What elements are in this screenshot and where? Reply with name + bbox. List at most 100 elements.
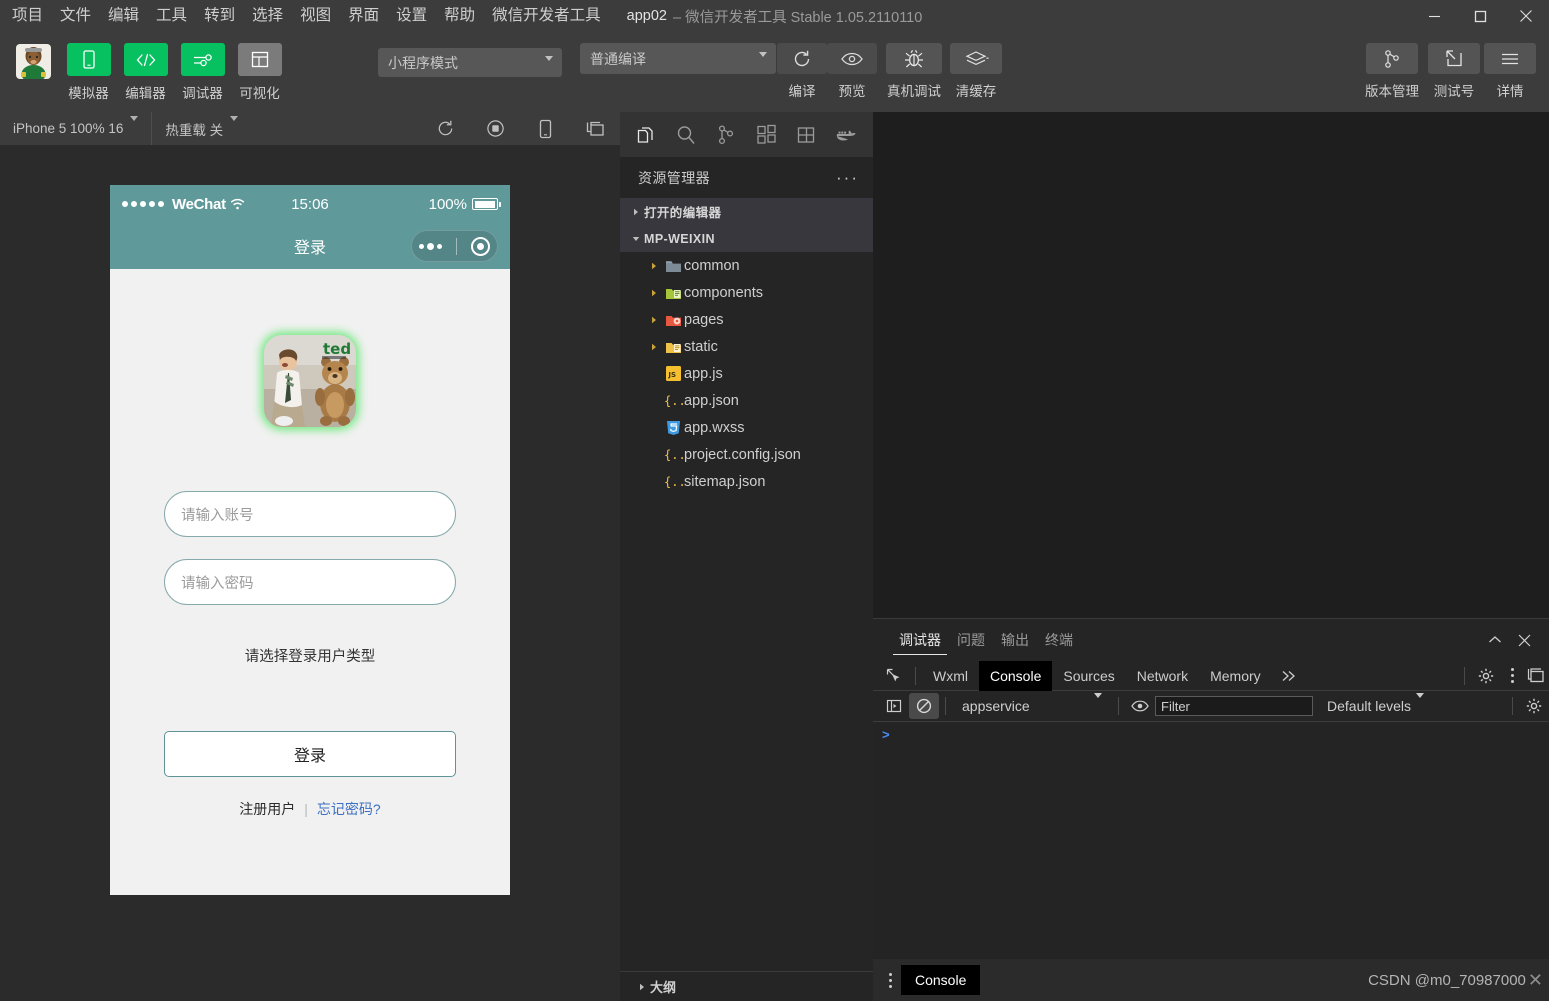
tree-item-components[interactable]: components	[620, 279, 873, 306]
devtools-panel-tabs: 调试器 问题 输出 终端	[873, 619, 1549, 661]
target-icon[interactable]	[471, 236, 490, 256]
avatar[interactable]	[16, 44, 51, 79]
gear-icon[interactable]	[1471, 663, 1501, 689]
tree-item-app-json[interactable]: {..} app.json	[620, 387, 873, 414]
login-button[interactable]: 登录	[164, 731, 456, 777]
menu-item-settings[interactable]: 设置	[396, 8, 427, 24]
tree-item-common[interactable]: common	[620, 252, 873, 279]
toolbar-preview-button[interactable]: 预览	[827, 43, 877, 100]
tab-console[interactable]: Console	[979, 660, 1053, 691]
toolbar-remote-debug-button[interactable]: 真机调试	[883, 43, 945, 100]
menu-item-tools[interactable]: 工具	[156, 8, 187, 24]
toolbar-clear-cache-button[interactable]: 清缓存	[947, 43, 1005, 100]
source-control-icon[interactable]	[706, 112, 746, 157]
toolbar-editor-button[interactable]: 编辑器	[117, 43, 174, 102]
dock-panel-icon[interactable]	[1523, 663, 1549, 689]
menu-item-devtool[interactable]: 微信开发者工具	[492, 8, 601, 24]
close-icon[interactable]	[1518, 634, 1531, 647]
chevron-right-icon	[646, 316, 662, 324]
mode-select[interactable]: 小程序模式	[378, 48, 562, 77]
tree-item-app-wxss[interactable]: app.wxss	[620, 414, 873, 441]
tree-item-app-js[interactable]: JS app.js	[620, 360, 873, 387]
menu-item-file[interactable]: 文件	[60, 8, 91, 24]
files-icon[interactable]	[626, 112, 666, 157]
console-filter-input[interactable]: Filter	[1155, 696, 1313, 716]
toolbar-details-button[interactable]: 详情	[1483, 43, 1537, 100]
toolbar-debugger-button[interactable]: 调试器	[174, 43, 231, 102]
close-button[interactable]	[1503, 0, 1549, 32]
tab-sources[interactable]: Sources	[1052, 661, 1125, 691]
tab-wxml[interactable]: Wxml	[922, 661, 979, 691]
tab-memory[interactable]: Memory	[1199, 661, 1272, 691]
menu-item-ui[interactable]: 界面	[348, 8, 379, 24]
console-prompt-row[interactable]: >	[873, 723, 1549, 745]
menu-item-project[interactable]: 项目	[12, 8, 43, 24]
ted-app-logo: ted	[264, 335, 356, 427]
tree-item-pages[interactable]: pages	[620, 306, 873, 333]
console-levels-value: Default levels	[1327, 698, 1412, 714]
gear-icon[interactable]	[1519, 693, 1549, 719]
tree-item-sitemap-json[interactable]: {..} sitemap.json	[620, 468, 873, 495]
tab-debugger[interactable]: 调试器	[891, 619, 949, 661]
ellipsis-icon[interactable]: ···	[836, 169, 859, 186]
toolbar-compile-button[interactable]: 编译	[777, 43, 827, 100]
password-field[interactable]: 请输入密码	[164, 559, 456, 605]
kebab-menu-icon[interactable]	[879, 972, 901, 989]
forgot-password-link[interactable]: 忘记密码?	[317, 799, 381, 819]
extensions-icon[interactable]	[746, 112, 786, 157]
menu-item-view[interactable]: 视图	[300, 8, 331, 24]
device-select[interactable]: iPhone 5 100% 16	[0, 112, 153, 145]
login-page: ted 请输入账号 请输入密码 请选择登录用户类型 登录 注册用户 | 忘记密码…	[110, 269, 510, 819]
section-mp-weixin[interactable]: MP-WEIXIN	[620, 225, 873, 252]
phone-battery-area: 100%	[429, 196, 501, 213]
drawer-tab-console[interactable]: Console	[901, 965, 981, 995]
menu-item-select[interactable]: 选择	[252, 8, 283, 24]
toolbar-test-account-button[interactable]: 测试号	[1425, 43, 1483, 100]
compile-mode-select[interactable]: 普通编译	[580, 43, 776, 74]
toolbar-left-group: 模拟器 编辑器 调试器 可视化	[60, 43, 288, 102]
tab-output[interactable]: 输出	[993, 619, 1037, 661]
menu-item-goto[interactable]: 转到	[204, 8, 235, 24]
toolbar-visualize-button[interactable]: 可视化	[231, 43, 288, 102]
json-file-icon: {..}	[662, 393, 684, 408]
tree-item-static[interactable]: static	[620, 333, 873, 360]
docker-icon[interactable]	[826, 112, 866, 157]
kebab-menu-icon[interactable]	[1501, 663, 1523, 689]
console-output[interactable]: >	[873, 723, 1549, 959]
toolbar-simulator-button[interactable]: 模拟器	[60, 43, 117, 102]
tree-item-project-config-json[interactable]: {..} project.config.json	[620, 441, 873, 468]
tab-problems[interactable]: 问题	[949, 619, 993, 661]
tab-network[interactable]: Network	[1126, 661, 1199, 691]
menu-item-edit[interactable]: 编辑	[108, 8, 139, 24]
record-icon[interactable]	[470, 112, 520, 145]
inspect-element-icon[interactable]	[879, 663, 909, 689]
detach-window-icon[interactable]	[570, 112, 620, 145]
console-context-select[interactable]: appservice	[952, 693, 1112, 714]
chevrons-right-icon[interactable]	[1272, 663, 1306, 689]
section-open-editors[interactable]: 打开的编辑器	[620, 198, 873, 225]
refresh-icon[interactable]	[420, 112, 470, 145]
cloud-save-icon[interactable]	[786, 112, 826, 157]
maximize-button[interactable]	[1457, 0, 1503, 32]
search-icon[interactable]	[666, 112, 706, 157]
console-levels-select[interactable]: Default levels	[1327, 693, 1425, 714]
phone-status-bar: WeChat 15:06 100%	[110, 185, 510, 223]
devtools-tabbar: Wxml Console Sources Network Memory	[873, 660, 1549, 691]
no-entry-icon[interactable]	[909, 693, 939, 719]
account-field[interactable]: 请输入账号	[164, 491, 456, 537]
menu-item-help[interactable]: 帮助	[444, 8, 475, 24]
minimize-button[interactable]	[1411, 0, 1457, 32]
hot-reload-select[interactable]: 热重载 关	[152, 112, 251, 145]
more-dots-icon[interactable]	[419, 242, 442, 250]
toolbar-version-control-label: 版本管理	[1365, 84, 1419, 99]
chevron-up-icon[interactable]	[1488, 635, 1502, 645]
tab-terminal[interactable]: 终端	[1037, 619, 1081, 661]
console-sidebar-icon[interactable]	[879, 693, 909, 719]
bug-icon	[886, 43, 942, 74]
tab-output-label: 输出	[1001, 632, 1029, 648]
eye-icon[interactable]	[1125, 693, 1155, 719]
device-rotate-icon[interactable]	[520, 112, 570, 145]
section-outline[interactable]: 大纲	[620, 971, 873, 1001]
toolbar-version-control-button[interactable]: 版本管理	[1359, 43, 1425, 100]
register-link[interactable]: 注册用户	[239, 799, 295, 819]
